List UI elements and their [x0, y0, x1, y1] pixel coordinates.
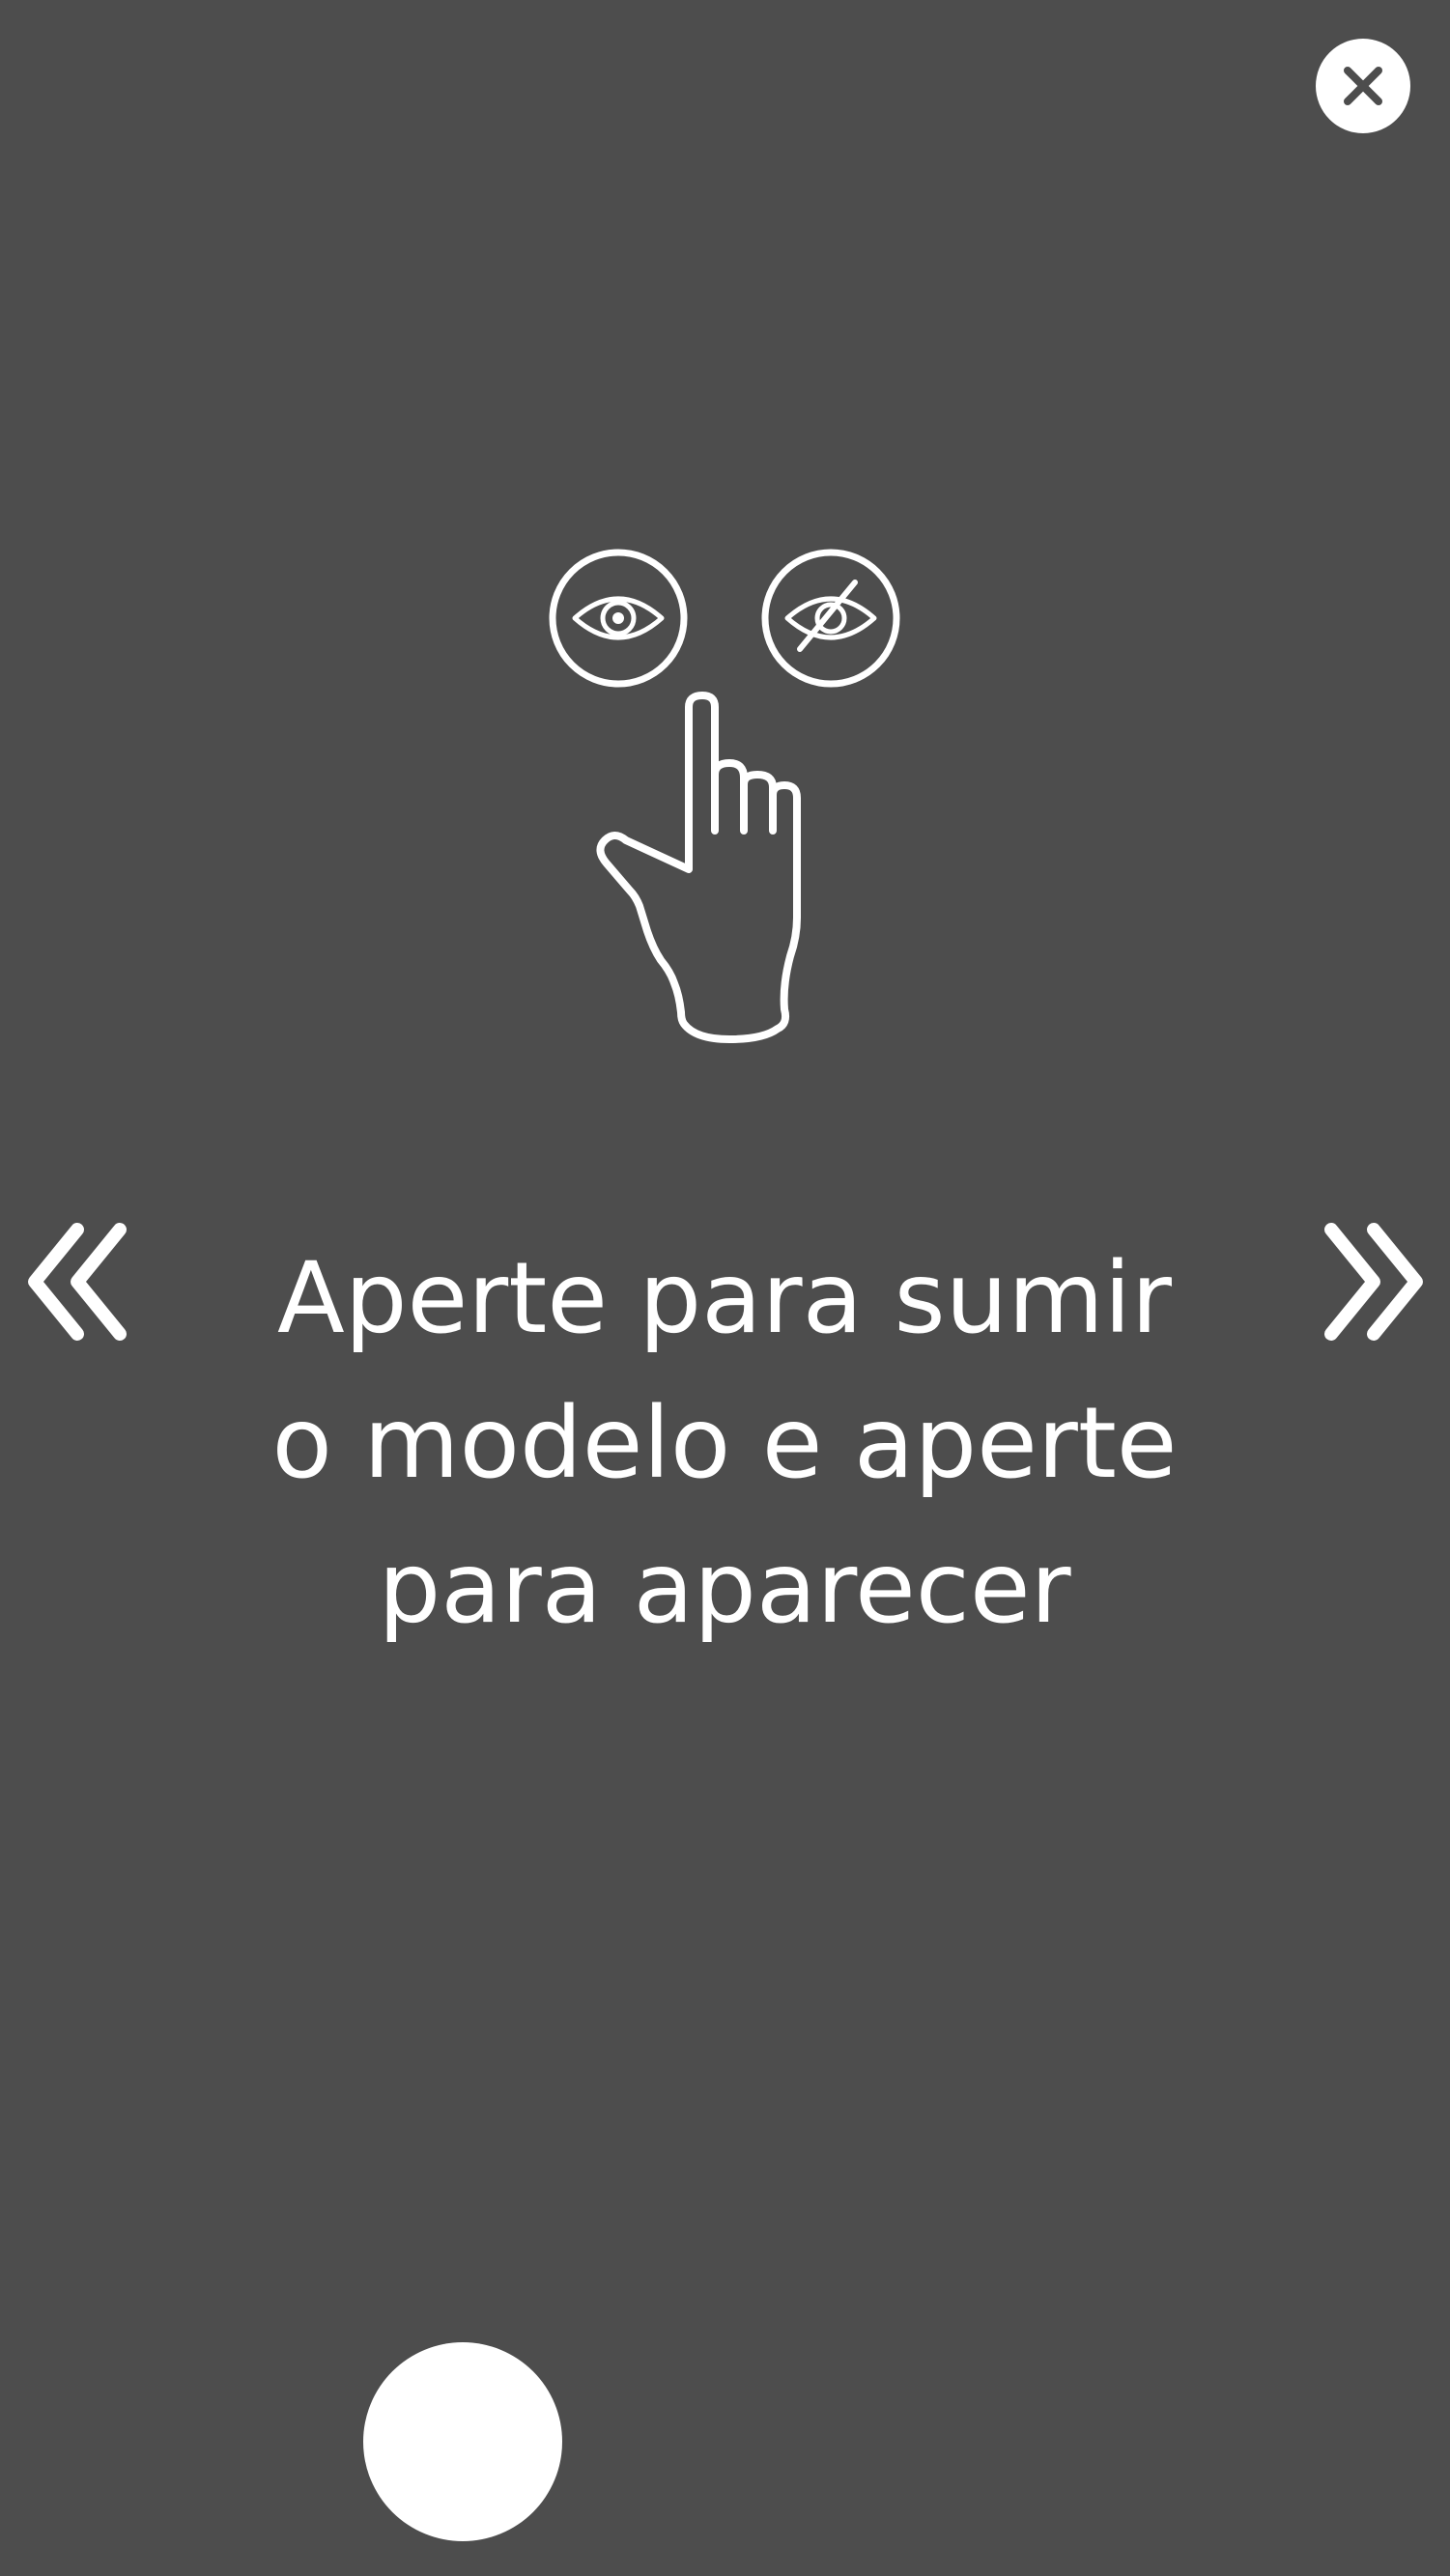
capture-button[interactable] — [363, 2342, 562, 2541]
next-button[interactable] — [1314, 1222, 1439, 1347]
close-icon — [1344, 67, 1382, 105]
pointing-hand-icon — [596, 692, 801, 1043]
instruction-line-3: para aparecer — [378, 1531, 1071, 1646]
instruction-line-1: Aperte para sumir — [277, 1241, 1172, 1356]
double-chevron-right-icon — [1324, 1223, 1423, 1341]
close-button[interactable] — [1316, 39, 1410, 133]
previous-button[interactable] — [12, 1222, 137, 1347]
instruction-line-2: o modelo e aperte — [271, 1386, 1178, 1501]
instruction-text: Aperte para sumir o modelo e aperte para… — [222, 1227, 1227, 1661]
tap-toggle-illustration — [541, 541, 908, 1062]
double-chevron-left-icon — [28, 1223, 127, 1341]
eye-icon — [549, 549, 688, 688]
eye-slash-icon — [761, 549, 900, 688]
